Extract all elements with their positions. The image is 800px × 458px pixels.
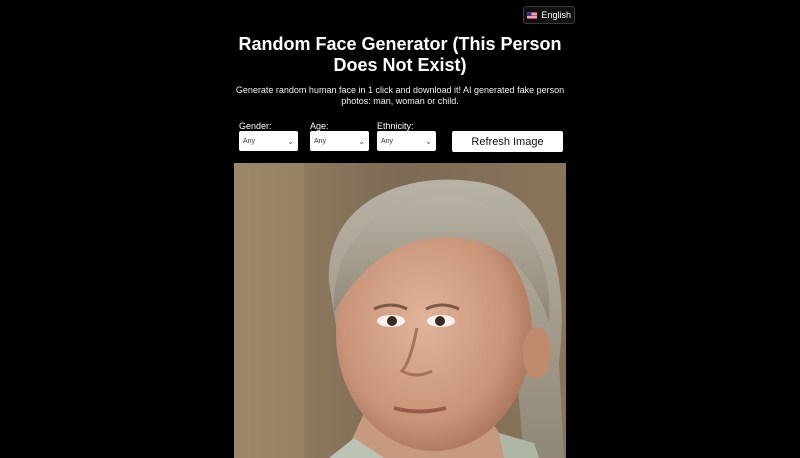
ethnicity-select[interactable]: Any ⌄ — [377, 131, 436, 151]
language-label: English — [541, 10, 571, 20]
face-photo-illustration — [234, 163, 566, 458]
chevron-down-icon: ⌄ — [287, 136, 294, 146]
page-title: Random Face Generator (This Person Does … — [238, 34, 562, 75]
chevron-down-icon: ⌄ — [358, 136, 365, 146]
ethnicity-label: Ethnicity: — [377, 121, 414, 131]
gender-label: Gender: — [239, 121, 272, 131]
page-subtitle: Generate random human face in 1 click an… — [235, 85, 565, 106]
age-value: Any — [314, 137, 327, 145]
age-label: Age: — [310, 121, 329, 131]
gender-value: Any — [243, 137, 256, 145]
generated-face-image — [234, 163, 566, 458]
refresh-image-button[interactable]: Refresh Image — [452, 131, 563, 152]
us-flag-icon — [527, 11, 538, 19]
language-selector[interactable]: English — [523, 6, 575, 24]
age-select[interactable]: Any ⌄ — [310, 131, 369, 151]
gender-select[interactable]: Any ⌄ — [239, 131, 298, 151]
ethnicity-value: Any — [381, 137, 394, 145]
chevron-down-icon: ⌄ — [425, 136, 432, 146]
